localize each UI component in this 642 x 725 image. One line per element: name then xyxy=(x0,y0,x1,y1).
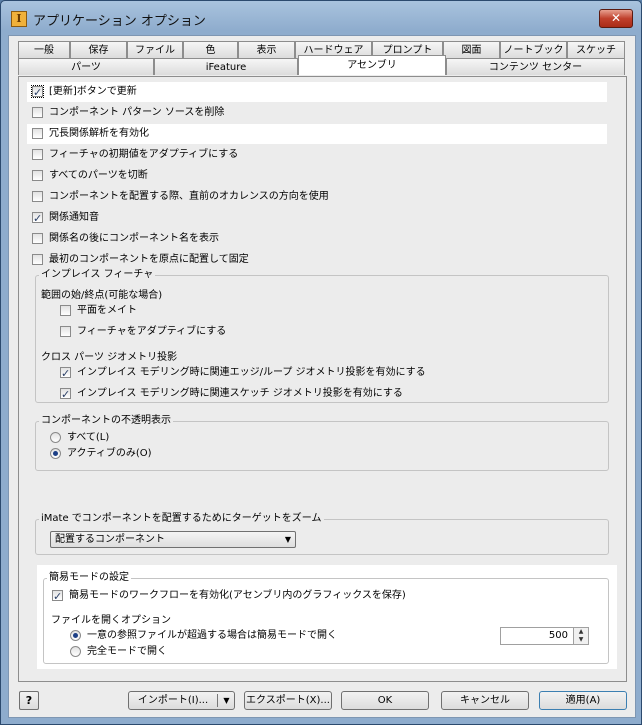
tab-color[interactable]: 色 xyxy=(183,41,238,58)
redundant-label: 冗長関係解析を有効化 xyxy=(49,128,149,139)
open-full-radio[interactable] xyxy=(70,646,81,657)
apply-button[interactable]: 適用(A) xyxy=(539,691,627,710)
express-enable-label: 簡易モードのワークフローを有効化(アセンブリ内のグラフィックスを保存) xyxy=(69,590,406,601)
express-enable-checkbox[interactable] xyxy=(52,587,63,607)
opacity-title: コンポーネントの不透明表示 xyxy=(39,415,173,427)
cancel-button[interactable]: キャンセル xyxy=(441,691,529,710)
import-dropdown-arrow-icon[interactable]: ▼ xyxy=(217,694,235,707)
tab-notebook[interactable]: ノートブック xyxy=(500,41,567,58)
option-row-mate-plane[interactable]: 平面をメイト xyxy=(55,301,595,321)
option-row-loop-projection[interactable]: インプレイス モデリング時に関連エッジ/ループ ジオメトリ投影を有効にする xyxy=(55,363,595,384)
section-parts-checkbox[interactable] xyxy=(32,170,43,181)
file-open-label: ファイルを開くオプション xyxy=(51,615,171,626)
tab-content-center[interactable]: コンテンツ センター xyxy=(446,58,625,75)
notify-sound-label: 関係通知音 xyxy=(49,212,99,223)
ok-button[interactable]: OK xyxy=(341,691,429,710)
ground-first-label: 最初のコンポーネントを原点に配置して固定 xyxy=(49,254,249,265)
express-mode-title: 簡易モードの設定 xyxy=(47,572,131,584)
open-full-label: 完全モードで開く xyxy=(87,646,167,657)
occurrence-dir-checkbox[interactable] xyxy=(32,191,43,202)
tab-save[interactable]: 保存 xyxy=(70,41,127,58)
loop-projection-label: インプレイス モデリング時に関連エッジ/ループ ジオメトリ投影を有効にする xyxy=(77,367,426,378)
option-row-redundant[interactable]: 冗長関係解析を有効化 xyxy=(27,124,607,144)
tab-general[interactable]: 一般 xyxy=(18,41,70,58)
option-row-open-full[interactable]: 完全モードで開く xyxy=(65,642,365,662)
imate-zoom-selected: 配置するコンポーネント xyxy=(55,534,165,545)
window-title: アプリケーション オプション xyxy=(33,14,206,29)
spinner-arrows-icon[interactable]: ▲ ▼ xyxy=(573,628,588,644)
opacity-active-label: アクティブのみ(O) xyxy=(67,448,152,459)
delete-pattern-label: コンポーネント パターン ソースを削除 xyxy=(49,107,225,118)
dialog-client: 一般 保存 ファイル 色 表示 ハードウェア プロンプト 図面 ノートブック ス… xyxy=(8,35,636,718)
tab-ifeature[interactable]: iFeature xyxy=(154,58,298,75)
export-button[interactable]: エクスポート(X)... xyxy=(244,691,332,710)
tab-part[interactable]: パーツ xyxy=(18,58,154,75)
sketch-projection-checkbox[interactable] xyxy=(60,385,71,405)
option-row-opacity-active[interactable]: アクティブのみ(O) xyxy=(45,444,245,464)
import-label: インポート(I)... xyxy=(137,695,209,706)
tab-drawing[interactable]: 図面 xyxy=(443,41,500,58)
occurrence-dir-label: コンポーネントを配置する際、直前のオカレンスの方向を使用 xyxy=(49,191,329,202)
help-button[interactable]: ? xyxy=(19,691,39,710)
section-parts-label: すべてのパーツを切断 xyxy=(49,170,148,181)
adaptive-feature-checkbox[interactable] xyxy=(32,149,43,160)
option-row-notify-sound[interactable]: 関係通知音 xyxy=(27,208,607,229)
option-row-section-parts[interactable]: すべてのパーツを切断 xyxy=(27,166,607,186)
sketch-projection-label: インプレイス モデリング時に関連スケッチ ジオメトリ投影を有効にする xyxy=(77,388,403,399)
mate-plane-checkbox[interactable] xyxy=(60,305,71,316)
close-button[interactable]: ✕ xyxy=(599,9,633,28)
notify-sound-checkbox[interactable] xyxy=(32,209,43,229)
inplace-adaptive-checkbox[interactable] xyxy=(60,326,71,337)
loop-projection-checkbox[interactable] xyxy=(60,364,71,384)
mate-plane-label: 平面をメイト xyxy=(77,305,137,316)
ground-first-checkbox[interactable] xyxy=(32,254,43,265)
adaptive-feature-label: フィーチャの初期値をアダプティブにする xyxy=(49,149,239,160)
tab-display[interactable]: 表示 xyxy=(238,41,295,58)
opacity-all-radio[interactable] xyxy=(50,432,61,443)
title-bar[interactable]: I アプリケーション オプション ✕ xyxy=(1,1,641,35)
cross-part-label: クロス パーツ ジオメトリ投影 xyxy=(41,352,178,363)
option-row-component-name[interactable]: 関係名の後にコンポーネント名を表示 xyxy=(27,229,607,249)
inplace-adaptive-label: フィーチャをアダプティブにする xyxy=(77,326,227,337)
threshold-value: 500 xyxy=(548,630,568,641)
open-express-radio[interactable] xyxy=(70,630,81,641)
application-options-window: I アプリケーション オプション ✕ 一般 保存 ファイル 色 表示 ハードウェ… xyxy=(0,0,642,725)
assembly-panel: [更新]ボタンで更新 コンポーネント パターン ソースを削除 冗長関係解析を有効… xyxy=(18,76,627,682)
threshold-spinner[interactable]: 500 ▲ ▼ xyxy=(500,627,589,645)
option-row-sketch-projection[interactable]: インプレイス モデリング時に関連スケッチ ジオメトリ投影を有効にする xyxy=(55,384,595,405)
option-row-defer-update[interactable]: [更新]ボタンで更新 xyxy=(27,82,607,103)
imate-zoom-dropdown[interactable]: 配置するコンポーネント ▼ xyxy=(50,531,296,548)
option-row-delete-pattern[interactable]: コンポーネント パターン ソースを削除 xyxy=(27,103,607,123)
extent-label: 範囲の始/終点(可能な場合) xyxy=(41,290,163,301)
delete-pattern-checkbox[interactable] xyxy=(32,107,43,118)
defer-update-label: [更新]ボタンで更新 xyxy=(49,86,137,97)
import-button[interactable]: インポート(I)... ▼ xyxy=(128,691,235,710)
chevron-down-icon: ▼ xyxy=(284,535,291,544)
tab-file[interactable]: ファイル xyxy=(127,41,183,58)
imate-title: iMate でコンポーネントを配置するためにターゲットをズーム xyxy=(39,513,324,525)
option-row-express-enable[interactable]: 簡易モードのワークフローを有効化(アセンブリ内のグラフィックスを保存) xyxy=(47,586,587,607)
option-row-ground-first[interactable]: 最初のコンポーネントを原点に配置して固定 xyxy=(27,250,607,270)
app-logo-icon: I xyxy=(11,11,27,27)
option-row-inplace-adaptive[interactable]: フィーチャをアダプティブにする xyxy=(55,322,595,342)
tab-sketch[interactable]: スケッチ xyxy=(567,41,625,58)
inplace-features-title: インプレイス フィーチャ xyxy=(39,269,156,281)
tab-assembly[interactable]: アセンブリ xyxy=(298,55,446,75)
component-name-checkbox[interactable] xyxy=(32,233,43,244)
component-name-label: 関係名の後にコンポーネント名を表示 xyxy=(49,233,219,244)
opacity-active-radio[interactable] xyxy=(50,448,61,459)
redundant-checkbox[interactable] xyxy=(32,128,43,139)
option-row-adaptive-feature[interactable]: フィーチャの初期値をアダプティブにする xyxy=(27,145,607,165)
defer-update-checkbox[interactable] xyxy=(31,83,44,103)
option-row-occurrence-dir[interactable]: コンポーネントを配置する際、直前のオカレンスの方向を使用 xyxy=(27,187,607,207)
